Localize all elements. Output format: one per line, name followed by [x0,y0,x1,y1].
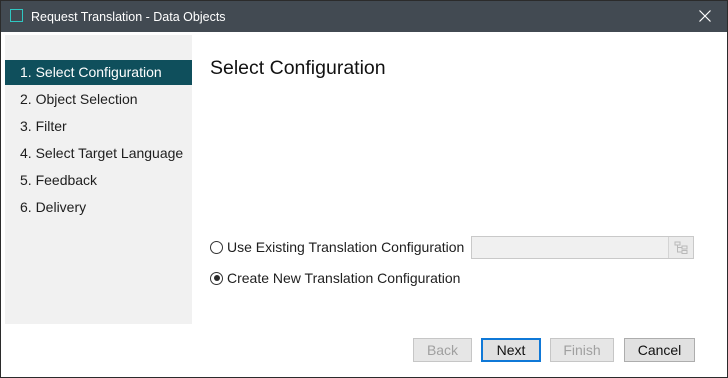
existing-configuration-field [471,236,694,259]
create-new-label: Create New Translation Configuration [227,270,461,286]
finish-button[interactable]: Finish [550,338,614,362]
next-button[interactable]: Next [481,338,541,362]
step-select-configuration[interactable]: 1. Select Configuration [5,60,192,85]
app-window-icon [10,9,23,22]
use-existing-radio[interactable] [210,240,223,254]
tree-browse-icon [674,241,688,254]
wizard-steps-panel: 1. Select Configuration 2. Object Select… [5,35,192,324]
browse-configuration-button [668,237,693,258]
step-label: 6. Delivery [20,199,87,215]
step-delivery[interactable]: 6. Delivery [5,195,192,220]
step-label: 4. Select Target Language [20,145,184,161]
close-button[interactable] [683,1,727,32]
use-existing-label: Use Existing Translation Configuration [227,239,465,255]
dialog-window: Request Translation - Data Objects 1. Se… [0,0,728,378]
step-select-target-language[interactable]: 4. Select Target Language [5,141,192,166]
step-label: 3. Filter [20,118,67,134]
step-filter[interactable]: 3. Filter [5,114,192,139]
create-new-option[interactable]: Create New Translation Configuration [210,267,460,289]
back-button[interactable]: Back [413,338,472,362]
cancel-button[interactable]: Cancel [624,338,695,362]
page-title: Select Configuration [210,57,386,79]
step-feedback[interactable]: 5. Feedback [5,168,192,193]
close-icon [699,10,711,22]
step-object-selection[interactable]: 2. Object Selection [5,87,192,112]
step-label: 1. Select Configuration [20,64,162,80]
use-existing-option[interactable]: Use Existing Translation Configuration [210,236,464,258]
title-bar[interactable]: Request Translation - Data Objects [1,1,727,32]
create-new-radio[interactable] [210,271,223,285]
window-title: Request Translation - Data Objects [31,10,226,24]
step-label: 5. Feedback [20,172,98,188]
step-label: 2. Object Selection [20,91,138,107]
